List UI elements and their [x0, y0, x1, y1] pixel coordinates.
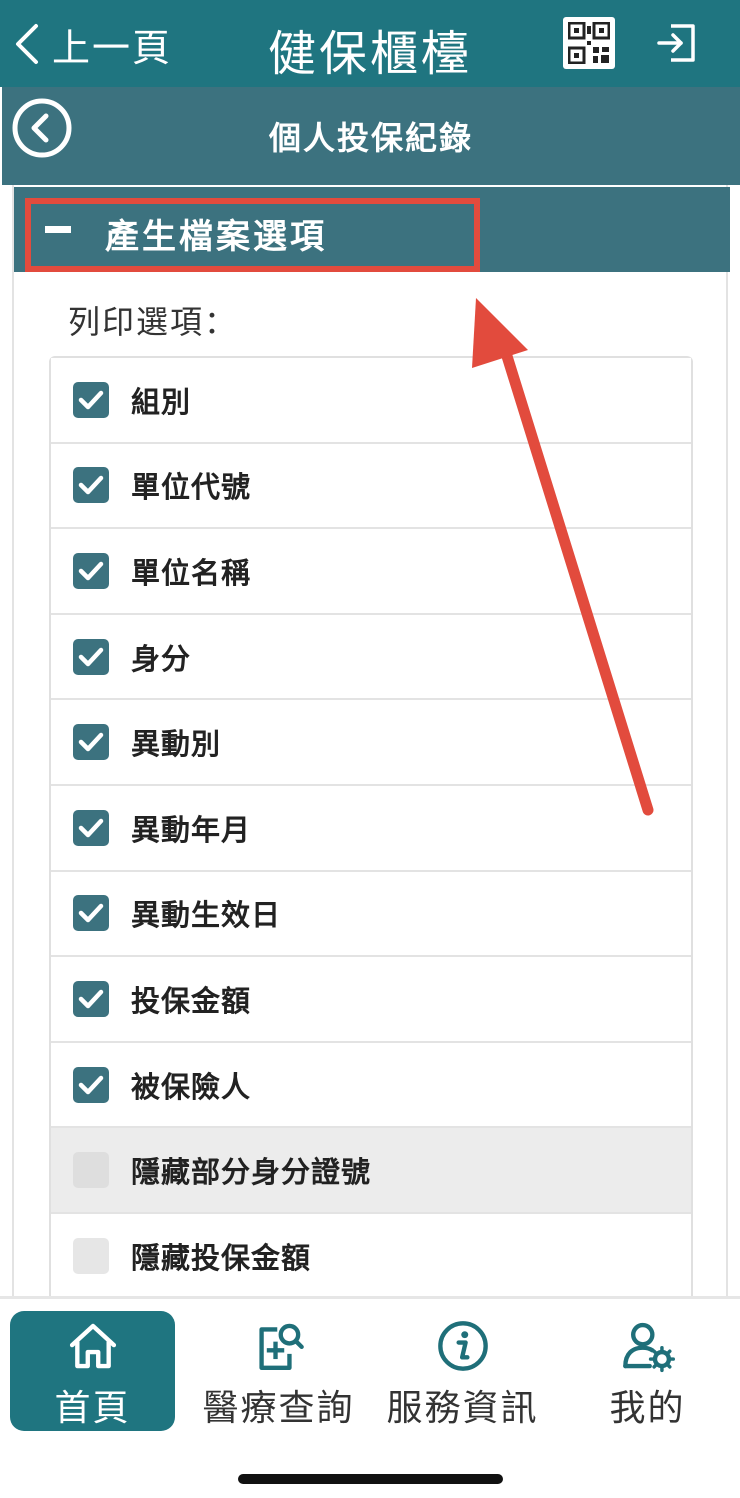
option-insured-amount[interactable]: 投保金額: [51, 957, 691, 1043]
print-options-label: 列印選項：: [68, 303, 239, 341]
qr-code-icon: [567, 21, 611, 65]
nav-service-info[interactable]: 服務資訊: [380, 1311, 545, 1431]
checkmark-icon: [78, 732, 104, 752]
checkbox-checked[interactable]: [73, 467, 109, 504]
option-hide-id-number[interactable]: 隱藏部分身分證號: [51, 1128, 691, 1214]
app-title: 健保櫃檯: [267, 26, 472, 82]
option-hide-insured-amount[interactable]: 隱藏投保金額: [51, 1213, 691, 1300]
checkmark-icon: [78, 818, 104, 838]
home-indicator: [238, 1474, 503, 1484]
checkmark-icon: [78, 989, 104, 1009]
option-label: 隱藏部分身分證號: [131, 1155, 372, 1190]
option-label: 身分: [131, 641, 192, 676]
home-icon: [69, 1323, 116, 1369]
checkmark-icon: [78, 476, 104, 495]
option-identity[interactable]: 身分: [51, 614, 691, 701]
nav-label: 首頁: [54, 1388, 131, 1429]
logout-button[interactable]: [655, 20, 701, 66]
option-label: 被保險人: [131, 1069, 252, 1104]
nav-medical-search[interactable]: 醫療查詢: [196, 1311, 361, 1431]
nav-label: 醫療查詢: [202, 1388, 355, 1429]
nav-label: 服務資訊: [386, 1388, 539, 1429]
option-effective-date[interactable]: 異動生效日: [51, 871, 691, 958]
print-options-list: 組別 單位代號 單位名稱 身分 異動別 異動年月 異動生效日 投保金額 被保險人…: [49, 356, 693, 1300]
checkbox-checked[interactable]: [73, 809, 109, 846]
checkbox-unchecked[interactable]: [73, 1237, 109, 1274]
checkmark-icon: [78, 904, 104, 923]
nav-label: 我的: [609, 1388, 686, 1429]
bottom-nav: 首頁 醫療查詢 服務資訊 我的: [0, 1296, 740, 1498]
checkbox-checked[interactable]: [73, 638, 109, 675]
checkmark-icon: [78, 647, 104, 666]
page-title: 個人投保紀錄: [268, 119, 473, 157]
logout-icon: [657, 24, 695, 62]
qr-code-button[interactable]: [563, 17, 615, 69]
option-label: 異動生效日: [131, 898, 282, 933]
nav-home[interactable]: 首頁: [10, 1311, 175, 1431]
option-group[interactable]: 組別: [51, 358, 691, 444]
checkmark-icon: [78, 390, 104, 410]
option-label: 單位代號: [131, 470, 252, 505]
top-bar: 上一頁 健保櫃檯: [0, 0, 740, 87]
checkbox-checked[interactable]: [73, 724, 109, 761]
section-header-file-options[interactable]: 產生檔案選項: [14, 187, 730, 272]
option-label: 單位名稱: [131, 555, 252, 590]
option-insured-person[interactable]: 被保險人: [51, 1042, 691, 1129]
highlight-box: [25, 198, 480, 272]
checkbox-checked[interactable]: [73, 980, 109, 1017]
medical-search-icon: [258, 1323, 304, 1370]
option-change-month[interactable]: 異動年月: [51, 785, 691, 872]
option-label: 組別: [131, 384, 192, 419]
checkbox-checked[interactable]: [73, 1066, 109, 1103]
checkmark-icon: [78, 1075, 104, 1094]
option-label: 投保金額: [131, 983, 252, 1018]
option-label: 異動別: [131, 727, 222, 762]
options-panel: 產生檔案選項 列印選項： 組別 單位代號 單位名稱 身分 異動別 異動年月 異動…: [12, 185, 730, 1300]
checkbox-checked[interactable]: [73, 895, 109, 932]
checkbox-unchecked[interactable]: [73, 1152, 109, 1189]
option-unit-code[interactable]: 單位代號: [51, 443, 691, 530]
user-settings-icon: [622, 1322, 675, 1373]
option-label: 異動年月: [131, 812, 252, 847]
option-unit-name[interactable]: 單位名稱: [51, 529, 691, 615]
page-header: 個人投保紀錄: [2, 87, 740, 185]
option-change-type[interactable]: 異動別: [51, 700, 691, 786]
info-icon: [437, 1321, 488, 1371]
nav-my-account[interactable]: 我的: [565, 1311, 730, 1431]
option-label: 隱藏投保金額: [131, 1240, 312, 1275]
checkmark-icon: [78, 561, 104, 581]
checkbox-checked[interactable]: [73, 552, 109, 589]
checkbox-checked[interactable]: [73, 381, 109, 418]
